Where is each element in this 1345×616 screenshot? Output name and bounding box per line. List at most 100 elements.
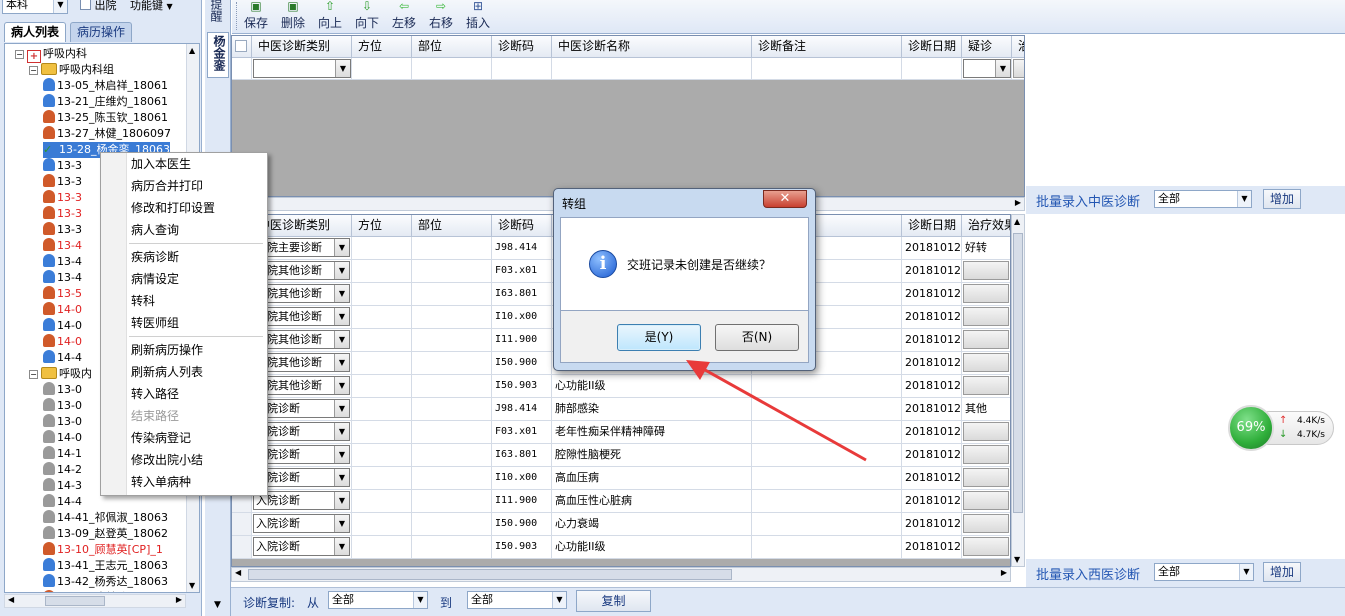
hscroll-thumb[interactable] xyxy=(248,569,732,580)
wm-cell[interactable]: I50.900 xyxy=(492,513,552,536)
wm-cell[interactable] xyxy=(352,513,412,536)
wm-cell[interactable]: 20181012 xyxy=(902,352,962,375)
dept-select[interactable]: 本科 ▼ xyxy=(2,0,68,14)
wm-cell[interactable]: 高血压性心脏病 xyxy=(552,490,752,513)
tree-group-node[interactable]: − 呼吸内科组 xyxy=(29,62,114,78)
tree-patient-node[interactable]: 14-3 xyxy=(43,478,82,494)
wm-effect-button[interactable] xyxy=(963,422,1009,441)
context-menu-item[interactable]: 加入本医生 xyxy=(131,153,191,175)
wm-cell[interactable] xyxy=(412,283,492,306)
wm-cell[interactable]: F03.x01 xyxy=(492,260,552,283)
context-menu-item[interactable]: 修改和打印设置 xyxy=(131,197,215,219)
tree-patient-node[interactable]: 13-27_林健_1806097 xyxy=(43,126,171,142)
wm-effect-button[interactable] xyxy=(963,261,1009,280)
tcm-suspect-dropdown[interactable]: ▼ xyxy=(963,59,1011,78)
wm-cell[interactable] xyxy=(412,536,492,559)
tcm-new-row-cell[interactable] xyxy=(492,58,552,80)
toolbar-arrow-up-button[interactable]: ⇧ 向上 xyxy=(312,0,348,31)
remind-tab[interactable]: 提醒 xyxy=(209,0,227,25)
toolbar-insert-button[interactable]: ⊞ 插入 xyxy=(460,0,496,31)
tcm-column-header[interactable]: 中医诊断类别 xyxy=(252,36,352,58)
copy-to-select[interactable]: 全部 ▼ xyxy=(467,591,567,609)
no-button[interactable]: 否(N) xyxy=(715,324,799,351)
tcm-new-row-cell[interactable] xyxy=(412,58,492,80)
tree-patient-node[interactable]: 13-3 xyxy=(43,222,82,238)
tcm-column-header[interactable]: 方位 xyxy=(352,36,412,58)
wm-cell[interactable] xyxy=(352,283,412,306)
wm-cell[interactable]: I50.903 xyxy=(492,536,552,559)
wm-cell[interactable] xyxy=(962,329,1010,352)
toolbar-arrow-right-button[interactable]: ⇨ 右移 xyxy=(423,0,459,31)
wm-effect-button[interactable] xyxy=(963,445,1009,464)
wm-cell[interactable] xyxy=(962,536,1010,559)
wm-cell[interactable] xyxy=(752,513,902,536)
wm-cell[interactable]: 20181012 xyxy=(902,421,962,444)
wm-cell[interactable]: 20181012 xyxy=(902,260,962,283)
tree-patient-node[interactable]: 13-09_赵登英_18062 xyxy=(43,526,168,542)
wm-effect-button[interactable] xyxy=(963,307,1009,326)
wm-cell[interactable] xyxy=(352,536,412,559)
tab-record-ops[interactable]: 病历操作 xyxy=(70,22,133,42)
tree-patient-node[interactable]: 13-0 xyxy=(43,414,82,430)
tree-patient-node[interactable]: 13-0 xyxy=(43,398,82,414)
wm-effect-button[interactable] xyxy=(963,284,1009,303)
wm-type-dropdown[interactable]: 入院诊断 ▼ xyxy=(253,514,350,533)
wm-cell[interactable]: I63.801 xyxy=(492,283,552,306)
select-all-icon[interactable] xyxy=(235,40,247,52)
tree-patient-node[interactable]: 13-41_王志元_18063 xyxy=(43,558,168,574)
wm-cell[interactable] xyxy=(352,490,412,513)
context-menu-item[interactable]: 疾病诊断 xyxy=(131,246,179,268)
tree-patient-node[interactable]: 14-0 xyxy=(43,430,82,446)
wm-cell[interactable] xyxy=(352,306,412,329)
context-menu-item[interactable]: 转医师组 xyxy=(131,312,179,334)
wm-column-header[interactable]: 诊断码 xyxy=(492,215,552,237)
context-menu-item[interactable]: 刷新病历操作 xyxy=(131,339,203,361)
wm-effect-button[interactable] xyxy=(963,491,1009,510)
wm-batch-select[interactable]: 全部 ▼ xyxy=(1154,563,1254,581)
wm-cell[interactable]: 20181012 xyxy=(902,237,962,260)
patient-name-tab[interactable]: 杨金銮 xyxy=(207,32,229,78)
wm-cell[interactable]: I63.801 xyxy=(492,444,552,467)
wm-cell[interactable] xyxy=(412,237,492,260)
wm-cell[interactable] xyxy=(412,467,492,490)
wm-cell[interactable] xyxy=(412,398,492,421)
wm-column-header[interactable]: 部位 xyxy=(412,215,492,237)
toolbar-delete-button[interactable]: ▣ 删除 xyxy=(275,0,311,31)
tree-patient-node[interactable]: 14-0 xyxy=(43,334,82,350)
context-menu-item[interactable]: 转科 xyxy=(131,290,155,312)
wm-cell[interactable]: I11.900 xyxy=(492,490,552,513)
wm-cell[interactable]: 心力衰竭 xyxy=(552,513,752,536)
tree-group-node[interactable]: − + 呼吸内科 xyxy=(15,46,87,63)
wm-cell[interactable] xyxy=(352,398,412,421)
wm-cell[interactable] xyxy=(962,467,1010,490)
tcm-batch-select[interactable]: 全部 ▼ xyxy=(1154,190,1252,208)
wm-cell[interactable]: I50.900 xyxy=(492,352,552,375)
tcm-new-row-cell[interactable] xyxy=(352,58,412,80)
tree-patient-node[interactable]: 13-5 xyxy=(43,286,82,302)
wm-cell[interactable] xyxy=(352,467,412,490)
toolbar-save-button[interactable]: ▣ 保存 xyxy=(238,0,274,31)
tree-patient-node[interactable]: 13-05_林启祥_18061 xyxy=(43,78,168,94)
tcm-column-header[interactable]: 部位 xyxy=(412,36,492,58)
wm-effect-button[interactable] xyxy=(963,514,1009,533)
wm-cell[interactable] xyxy=(962,260,1010,283)
tree-patient-node[interactable]: 13-4 xyxy=(43,270,82,286)
wm-cell[interactable] xyxy=(412,375,492,398)
wm-cell[interactable] xyxy=(752,536,902,559)
wm-cell[interactable] xyxy=(962,283,1010,306)
scroll-right-icon[interactable]: ▶ xyxy=(1015,198,1021,207)
tcm-column-header[interactable]: 诊断码 xyxy=(492,36,552,58)
copy-from-select[interactable]: 全部 ▼ xyxy=(328,591,428,609)
context-menu-item[interactable]: 修改出院小结 xyxy=(131,449,203,471)
wm-cell[interactable]: 心功能II级 xyxy=(552,536,752,559)
wm-cell[interactable] xyxy=(352,421,412,444)
scroll-up-icon[interactable]: ▲ xyxy=(189,46,195,55)
tree-patient-node[interactable]: 14-42_陈美珍_18061 xyxy=(43,590,168,592)
wm-cell[interactable] xyxy=(962,444,1010,467)
tcm-new-row-cell[interactable] xyxy=(552,58,752,80)
wm-cell[interactable]: I11.900 xyxy=(492,329,552,352)
tcm-column-header[interactable]: 诊断日期 xyxy=(902,36,962,58)
wm-cell[interactable]: I10.x00 xyxy=(492,306,552,329)
wm-cell[interactable] xyxy=(352,444,412,467)
context-menu-item[interactable]: 病情设定 xyxy=(131,268,179,290)
